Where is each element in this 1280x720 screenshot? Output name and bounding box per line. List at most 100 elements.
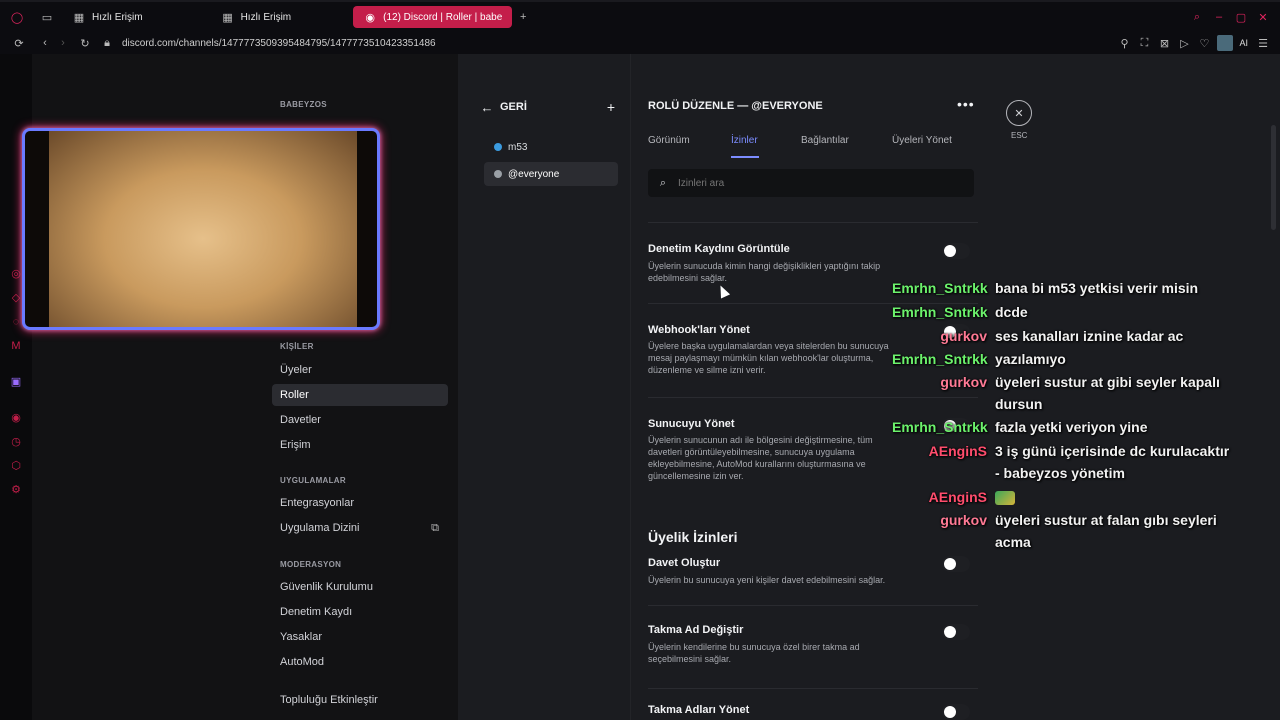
vpn-icon[interactable]: ⊠ xyxy=(1157,36,1171,50)
emote-icon xyxy=(995,491,1015,506)
search-icon[interactable]: ⌕ xyxy=(1190,10,1204,24)
perm-manage-server-desc: Üyelerin sunucunun adı ile bölgesini değ… xyxy=(648,435,873,481)
nav-invites[interactable]: Davetler xyxy=(272,409,448,431)
webcam-feed xyxy=(49,131,357,327)
tab-discord[interactable]: ◉ (12) Discord | Roller | babe xyxy=(353,6,513,28)
chat-text: fazla yetki veriyon yine xyxy=(995,419,1148,435)
instagram-icon[interactable]: ◇ xyxy=(10,292,22,304)
server-name-header: BABEYZOS xyxy=(280,100,327,109)
role-name: m53 xyxy=(508,141,528,153)
add-role-icon[interactable]: + xyxy=(604,99,618,115)
tab-label: Hızlı Erişim xyxy=(92,11,143,23)
minimize-icon[interactable]: – xyxy=(1212,10,1226,24)
role-name: @everyone xyxy=(508,168,560,180)
perm-view-audit-log-desc: Üyelerin sunucuda kimin hangi değişiklik… xyxy=(648,261,881,283)
nav-automod[interactable]: AutoMod xyxy=(272,651,448,673)
toggle-knob xyxy=(944,558,956,570)
nav-bans[interactable]: Yasaklar xyxy=(272,626,448,648)
divider xyxy=(648,688,978,689)
tab-permissions[interactable]: İzinler xyxy=(731,135,758,146)
nav-enable-community[interactable]: Topluluğu Etkinleştir xyxy=(272,689,448,711)
permission-search-input[interactable] xyxy=(678,177,958,189)
opera-logo-icon[interactable]: ◯ xyxy=(10,10,24,24)
nav-members[interactable]: Üyeler xyxy=(272,359,448,381)
arrow-left-icon: ← xyxy=(480,99,494,115)
chat-username: AEnginS xyxy=(928,443,987,459)
search-icon: ⌕ xyxy=(659,176,667,189)
snapshot-icon[interactable]: ⛶ xyxy=(1137,36,1151,50)
permission-search[interactable]: ⌕ xyxy=(648,169,974,197)
toggle-change-nickname[interactable] xyxy=(942,624,970,640)
maximize-icon[interactable]: ▢ xyxy=(1234,10,1248,24)
chat-message: gurkov üyeleri sustur at gibi seyler kapa… xyxy=(892,371,1220,393)
reload-icon[interactable]: ↻ xyxy=(78,36,92,50)
edit-role-title: ROLÜ DÜZENLE — @EVERYONE xyxy=(648,100,823,112)
toggle-create-invite[interactable] xyxy=(942,556,970,572)
player-icon[interactable]: ◉ xyxy=(10,412,22,424)
browser-tab-bar: ◯ ▭ ▦ Hızlı Erişim ▦ Hızlı Erişim ◉ (12)… xyxy=(0,0,1280,32)
twitch-icon[interactable]: ▣ xyxy=(10,376,22,388)
toggle-manage-nicknames[interactable] xyxy=(942,704,970,720)
perm-create-invite-desc: Üyelerin bu sunucuya yeni kişiler davet … xyxy=(648,575,886,585)
tab-manage-members[interactable]: Üyeleri Yönet xyxy=(892,135,952,146)
workspace-icon[interactable]: ▭ xyxy=(40,10,54,24)
close-button[interactable]: ✕ xyxy=(1006,100,1032,126)
pin-icon[interactable]: ⚲ xyxy=(1117,36,1131,50)
chat-username: Emrhn_Sntrkk xyxy=(892,280,988,296)
tab-quick-access-2[interactable]: ▦ Hızlı Erişim xyxy=(211,6,302,28)
gmail-icon[interactable]: M xyxy=(10,340,22,352)
back-icon[interactable]: ‹ xyxy=(38,36,52,50)
new-tab-icon[interactable]: + xyxy=(516,10,530,24)
toggle-view-audit-log[interactable] xyxy=(942,243,970,259)
ai-button[interactable]: AI xyxy=(1239,38,1248,48)
discord-icon: ◉ xyxy=(365,11,375,24)
settings-icon[interactable]: ⚙ xyxy=(10,484,22,496)
chat-message: Emrhn_Sntrkk dcde xyxy=(892,301,1028,323)
chat-text: bana bi m53 yetkisi verir misin xyxy=(995,280,1199,296)
tab-links[interactable]: Bağlantılar xyxy=(801,135,849,146)
divider xyxy=(648,397,978,398)
chat-text: dcde xyxy=(995,304,1028,320)
chat-text: ses kanalları iznine kadar ac xyxy=(995,328,1184,344)
apps-header: UYGULAMALAR xyxy=(280,476,346,485)
nav-integrations[interactable]: Entegrasyonlar xyxy=(272,492,448,514)
chat-message: AEnginS xyxy=(892,486,1015,508)
url-text[interactable]: discord.com/channels/1477773509395484795… xyxy=(122,38,436,49)
sync-icon[interactable]: ⟳ xyxy=(12,36,26,50)
extensions-icon[interactable]: ⬡ xyxy=(10,460,22,472)
divider xyxy=(648,605,978,606)
role-item-everyone[interactable]: @everyone xyxy=(484,162,618,186)
messenger-icon[interactable]: ◎ xyxy=(10,268,22,280)
whatsapp-icon[interactable]: ◌ xyxy=(10,316,22,328)
chat-message: AEnginS 3 iş günü içerisinde dc kurulacak… xyxy=(892,440,1230,462)
tab-appearance[interactable]: Görünüm xyxy=(648,135,690,146)
people-header: KİŞİLER xyxy=(280,342,314,351)
nav-roles[interactable]: Roller xyxy=(272,384,448,406)
perm-manage-webhooks-title: Webhook'ları Yönet xyxy=(648,324,750,336)
toggle-knob xyxy=(944,706,956,718)
close-icon[interactable]: ✕ xyxy=(1256,10,1270,24)
play-icon[interactable]: ▷ xyxy=(1177,36,1191,50)
nav-audit-log[interactable]: Denetim Kaydı xyxy=(272,601,448,623)
lock-icon: 🔒︎ xyxy=(104,36,110,49)
chat-message: Emrhn_Sntrkk yazılamıyo xyxy=(892,348,1066,370)
chat-username: gurkov xyxy=(940,328,987,344)
menu-icon[interactable]: ☰ xyxy=(1256,36,1270,50)
role-item-m53[interactable]: m53 xyxy=(488,137,618,157)
profile-avatar[interactable] xyxy=(1217,35,1234,51)
forward-icon[interactable]: › xyxy=(56,36,70,50)
nav-app-directory[interactable]: Uygulama Dizini ⧉ xyxy=(272,517,448,539)
nav-access[interactable]: Erişim xyxy=(272,434,448,456)
chat-message: gurkov üyeleri sustur at falan gıbı seyle… xyxy=(892,509,1216,531)
history-icon[interactable]: ◷ xyxy=(10,436,22,448)
back-button[interactable]: ← GERİ xyxy=(480,99,527,115)
chat-username: Emrhn_Sntrkk xyxy=(892,304,988,320)
scrollbar[interactable] xyxy=(1271,125,1276,230)
more-options-icon[interactable]: ••• xyxy=(957,96,975,112)
chat-username: Emrhn_Sntrkk xyxy=(892,419,988,435)
moderation-header: MODERASYON xyxy=(280,560,342,569)
nav-safety-setup[interactable]: Güvenlik Kurulumu xyxy=(272,576,448,598)
heart-icon[interactable]: ♡ xyxy=(1197,36,1211,50)
tab-quick-access-1[interactable]: ▦ Hızlı Erişim xyxy=(62,6,153,28)
chat-text: 3 iş günü içerisinde dc kurulacaktır xyxy=(995,443,1230,459)
